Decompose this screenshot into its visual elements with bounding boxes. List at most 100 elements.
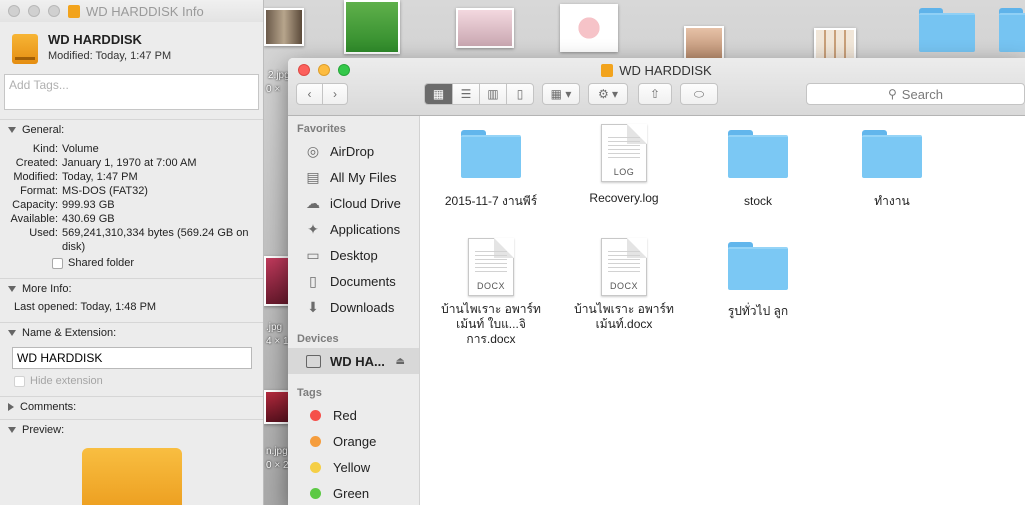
comments-toggle[interactable]: Comments: (0, 397, 263, 415)
window-title: WD HARDDISK (288, 63, 1025, 78)
checkbox-box[interactable] (52, 257, 63, 269)
desktop-thumbnail[interactable] (456, 8, 514, 48)
file-extension-badge: DOCX (476, 281, 505, 291)
cloud-icon: ☁ (306, 194, 320, 211)
file-item[interactable]: DOCX บ้านไพเราะ อพาร์ทเม้นท์ ใบแ...จิการ… (424, 238, 558, 347)
sidebar-tag-orange[interactable]: Orange (288, 428, 419, 454)
section-heading: More Info: (22, 283, 72, 295)
section-heading: Comments: (20, 401, 77, 413)
sidebar-tag-yellow[interactable]: Yellow (288, 454, 419, 480)
sidebar-tag-red[interactable]: Red (288, 402, 419, 428)
file-label: บ้านไพเราะ อพาร์ทเม้นท์.docx (574, 302, 674, 331)
back-button[interactable]: ‹ (297, 84, 323, 104)
desktop-thumbnail[interactable] (264, 256, 290, 306)
finder-toolbar: WD HARDDISK ‹ › ▦ ☰ ▥ ▯ ▦ ▾ ⚙ ▾ ⇧ ⬭ ⚲ Se… (288, 58, 1025, 116)
forward-button[interactable]: › (323, 84, 347, 104)
folder-icon (728, 242, 788, 290)
eject-icon[interactable]: ⏏ (396, 356, 405, 367)
zoom-button[interactable] (48, 5, 60, 17)
file-item[interactable]: ทำงาน (825, 130, 959, 209)
hard-disk-preview-icon (82, 448, 182, 505)
hard-disk-icon (12, 34, 38, 64)
desktop-thumbnail[interactable] (814, 28, 856, 60)
info-key: Used: (29, 227, 58, 239)
close-button[interactable] (8, 5, 20, 17)
sidebar-item-applications[interactable]: ✦ Applications (288, 216, 419, 242)
hard-disk-icon (68, 4, 80, 18)
desktop-label: 0 × (266, 84, 281, 95)
section-heading: Preview: (22, 424, 65, 436)
sidebar-tag-green[interactable]: Green (288, 480, 419, 505)
info-row: Format: MS-DOS (FAT32) (0, 184, 263, 198)
desktop-label: 4 × 1 (266, 336, 289, 347)
desktop-thumbnail[interactable] (560, 4, 618, 52)
column-view-icon[interactable]: ▥ (480, 84, 507, 104)
arrange-button[interactable]: ▦ ▾ (542, 83, 580, 105)
sidebar-item-downloads[interactable]: ⬇ Downloads (288, 294, 419, 320)
desktop-thumbnail[interactable] (264, 390, 290, 424)
info-key: Kind: (32, 143, 58, 155)
minimize-button[interactable] (28, 5, 40, 17)
list-view-icon[interactable]: ☰ (453, 84, 480, 104)
general-toggle[interactable]: General: (0, 120, 263, 138)
info-row: Available: 430.69 GB (0, 212, 263, 226)
info-key: Available: (10, 213, 59, 225)
sidebar-item-label: WD HA... (330, 353, 385, 369)
desktop-thumbnail[interactable] (344, 0, 400, 54)
sidebar-item-label: AirDrop (330, 143, 375, 159)
name-field[interactable] (12, 347, 252, 369)
sidebar-item-airdrop[interactable]: ◎ AirDrop (288, 138, 419, 164)
gear-icon: ⚙ ▾ (597, 87, 619, 101)
action-button[interactable]: ⚙ ▾ (588, 83, 628, 105)
sidebar-item-documents[interactable]: ▯ Documents (288, 268, 419, 294)
name-extension-section: Name & Extension: Hide extension (0, 322, 263, 387)
checkbox-box[interactable] (14, 375, 25, 387)
devices-heading: Devices (297, 333, 339, 345)
file-item[interactable]: LOG Recovery.log (557, 124, 691, 206)
share-button[interactable]: ⇧ (638, 83, 672, 105)
sidebar-item-label: Green (333, 485, 370, 501)
tags-input[interactable]: Add Tags... (4, 74, 259, 110)
downloads-icon: ⬇ (307, 298, 319, 315)
general-section: General: Kind: Volume Created: January 1, … (0, 119, 263, 269)
desktop-folder[interactable] (999, 8, 1025, 52)
tag-button[interactable]: ⬭ (680, 83, 718, 105)
file-item[interactable]: DOCX บ้านไพเราะ อพาร์ทเม้นท์.docx (557, 238, 691, 332)
file-label: รูปทั่วไป ลูก (727, 304, 789, 318)
hide-extension-checkbox[interactable]: Hide extension (0, 375, 263, 387)
desktop-thumbnail[interactable] (264, 8, 304, 46)
section-heading: Name & Extension: (22, 327, 117, 339)
info-row: Kind: Volume (0, 142, 263, 156)
desktop-folder[interactable] (919, 8, 975, 52)
more-info-toggle[interactable]: More Info: (0, 279, 263, 297)
desktop-label: .jpg (266, 322, 283, 333)
info-value: Today, 1:47 PM (62, 171, 138, 183)
desktop-label: 2.jpg (268, 70, 290, 81)
sidebar-item-desktop[interactable]: ▭ Desktop (288, 242, 419, 268)
red-tag-icon (310, 409, 321, 421)
sidebar-item-label: Applications (330, 221, 401, 237)
sidebar-item-all-my-files[interactable]: ▤ All My Files (288, 164, 419, 190)
sidebar-item-label: Desktop (330, 247, 378, 263)
name-extension-toggle[interactable]: Name & Extension: (0, 323, 263, 341)
sidebar-item-icloud-drive[interactable]: ☁ iCloud Drive (288, 190, 419, 216)
info-value: 999.93 GB (62, 199, 115, 211)
desktop-label: n.jpg (266, 446, 288, 457)
finder-sidebar: Favorites ◎ AirDrop ▤ All My Files ☁ iCloud… (288, 116, 420, 505)
search-field[interactable]: ⚲ Search (806, 83, 1025, 105)
desktop-thumbnail[interactable] (684, 26, 724, 60)
back-forward-control: ‹ › (296, 83, 348, 105)
preview-toggle[interactable]: Preview: (0, 420, 263, 438)
yellow-tag-icon (310, 461, 321, 473)
file-item[interactable]: 2015-11-7 งานพีร์ (424, 130, 558, 209)
folder-icon (728, 130, 788, 178)
shared-folder-checkbox[interactable]: Shared folder (0, 257, 263, 269)
checkbox-label: Shared folder (68, 257, 135, 269)
icon-view-icon[interactable]: ▦ (425, 84, 453, 104)
file-item[interactable]: stock (691, 130, 825, 209)
arrange-icon: ▦ ▾ (550, 87, 572, 101)
file-label: บ้านไพเราะ อพาร์ทเม้นท์ ใบแ...จิการ.docx (441, 302, 541, 346)
sidebar-item-wd-harddisk[interactable]: WD HA... ⏏ (288, 348, 419, 374)
file-item[interactable]: รูปทั่วไป ลูก (691, 242, 825, 319)
cover-flow-icon[interactable]: ▯ (507, 84, 533, 104)
